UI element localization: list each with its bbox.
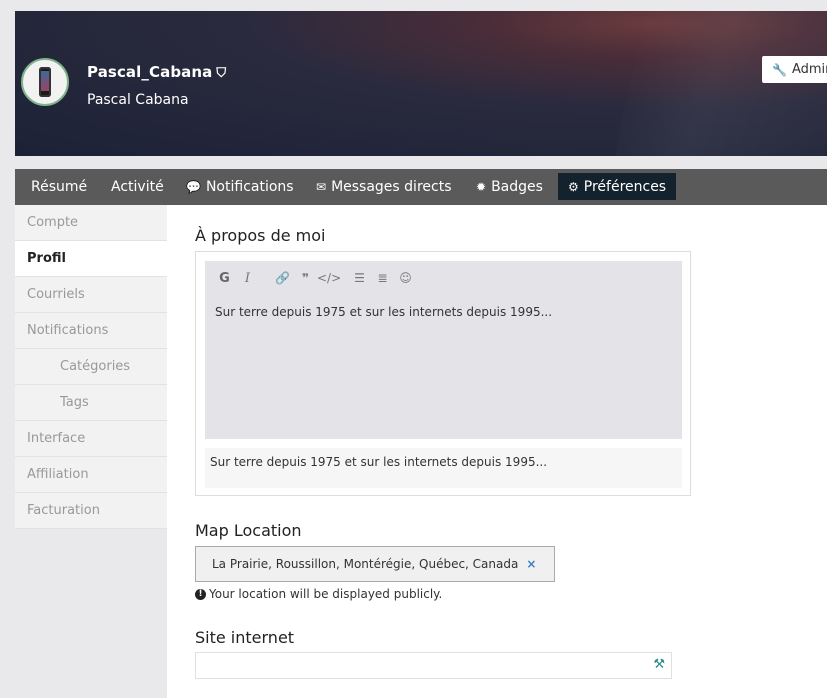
info-icon: ! bbox=[195, 588, 206, 600]
sidebar-item-compte[interactable]: Compte bbox=[15, 205, 167, 241]
tab-label: Résumé bbox=[31, 178, 88, 195]
location-select[interactable]: La Prairie, Roussillon, Montérégie, Québ… bbox=[195, 546, 555, 582]
profile-nav: Résumé Activité 💬 Notifications ✉ Messag… bbox=[15, 169, 827, 205]
profile-form: À propos de moi G I 🔗 ❞ </> ☰ ≣ ☺ Sur te… bbox=[167, 205, 827, 698]
input-tool-icon: ⚒ bbox=[653, 657, 665, 672]
tab-label: Badges bbox=[491, 178, 543, 195]
editor-toolbar: G I 🔗 ❞ </> ☰ ≣ ☺ bbox=[213, 269, 417, 287]
shield-icon: ⛉ bbox=[216, 66, 227, 81]
quote-icon[interactable]: ❞ bbox=[294, 271, 317, 285]
full-name: Pascal Cabana bbox=[87, 92, 189, 108]
sidebar-item-interface[interactable]: Interface bbox=[15, 421, 167, 457]
bold-button[interactable]: G bbox=[213, 271, 236, 286]
about-me-title: À propos de moi bbox=[195, 226, 326, 245]
tab-resume[interactable]: Résumé bbox=[21, 173, 97, 200]
wrench-icon: 🔧 bbox=[772, 62, 787, 77]
sidebar-item-facturation[interactable]: Facturation bbox=[15, 493, 167, 529]
editor-preview: Sur terre depuis 1975 et sur les interne… bbox=[205, 448, 682, 488]
tab-notifications[interactable]: 💬 Notifications bbox=[176, 173, 304, 200]
sidebar-item-categories[interactable]: Catégories bbox=[15, 349, 167, 385]
numbered-list-icon[interactable]: ≣ bbox=[371, 271, 394, 285]
location-hint-text: Your location will be displayed publicly… bbox=[209, 587, 443, 601]
profile-banner: Pascal_Cabana⛉ Pascal Cabana 🔧 Admin bbox=[15, 11, 827, 156]
code-icon[interactable]: </> bbox=[317, 271, 341, 285]
tab-messages-directs[interactable]: ✉ Messages directs bbox=[306, 173, 461, 200]
about-me-editor: G I 🔗 ❞ </> ☰ ≣ ☺ Sur terre depuis 1975 … bbox=[195, 251, 691, 496]
preferences-sidebar: Compte Profil Courriels Notifications Ca… bbox=[15, 205, 167, 529]
location-value: La Prairie, Roussillon, Montérégie, Québ… bbox=[212, 557, 519, 571]
map-location-title: Map Location bbox=[195, 521, 302, 540]
tab-activite[interactable]: Activité bbox=[101, 173, 174, 200]
username-text: Pascal_Cabana bbox=[87, 63, 213, 81]
gear-icon: ⚙ bbox=[568, 179, 579, 194]
editor-textarea[interactable]: G I 🔗 ❞ </> ☰ ≣ ☺ Sur terre depuis 1975 … bbox=[205, 261, 682, 439]
tab-label: Activité bbox=[111, 178, 164, 195]
comment-icon: 💬 bbox=[186, 179, 201, 194]
envelope-icon: ✉ bbox=[316, 179, 327, 194]
tab-label: Préférences bbox=[583, 178, 667, 195]
website-input[interactable]: ⚒ bbox=[195, 652, 672, 679]
certificate-icon: ✹ bbox=[476, 179, 487, 194]
admin-button[interactable]: 🔧 Admin bbox=[762, 56, 827, 83]
location-hint: ! Your location will be displayed public… bbox=[195, 587, 442, 601]
sidebar-item-courriels[interactable]: Courriels bbox=[15, 277, 167, 313]
admin-label: Admin bbox=[791, 62, 827, 77]
bullet-list-icon[interactable]: ☰ bbox=[348, 271, 371, 285]
banner-glare bbox=[614, 11, 827, 156]
tab-badges[interactable]: ✹ Badges bbox=[466, 173, 553, 200]
editor-content: Sur terre depuis 1975 et sur les interne… bbox=[215, 305, 553, 319]
sidebar-item-tags[interactable]: Tags bbox=[15, 385, 167, 421]
username: Pascal_Cabana ⛉ bbox=[87, 63, 226, 81]
remove-location-button[interactable]: × bbox=[526, 557, 536, 571]
avatar-phone-image bbox=[39, 67, 51, 97]
italic-button[interactable]: I bbox=[236, 271, 259, 286]
sidebar-item-profil[interactable]: Profil bbox=[15, 241, 167, 277]
emoji-icon[interactable]: ☺ bbox=[394, 271, 417, 285]
tab-label: Notifications bbox=[205, 178, 294, 195]
link-icon[interactable]: 🔗 bbox=[271, 271, 294, 285]
tab-label: Messages directs bbox=[331, 178, 452, 195]
tab-preferences[interactable]: ⚙ Préférences bbox=[558, 173, 677, 200]
sidebar-item-notifications[interactable]: Notifications bbox=[15, 313, 167, 349]
avatar[interactable] bbox=[21, 58, 69, 106]
website-title: Site internet bbox=[195, 628, 295, 647]
sidebar-item-affiliation[interactable]: Affiliation bbox=[15, 457, 167, 493]
